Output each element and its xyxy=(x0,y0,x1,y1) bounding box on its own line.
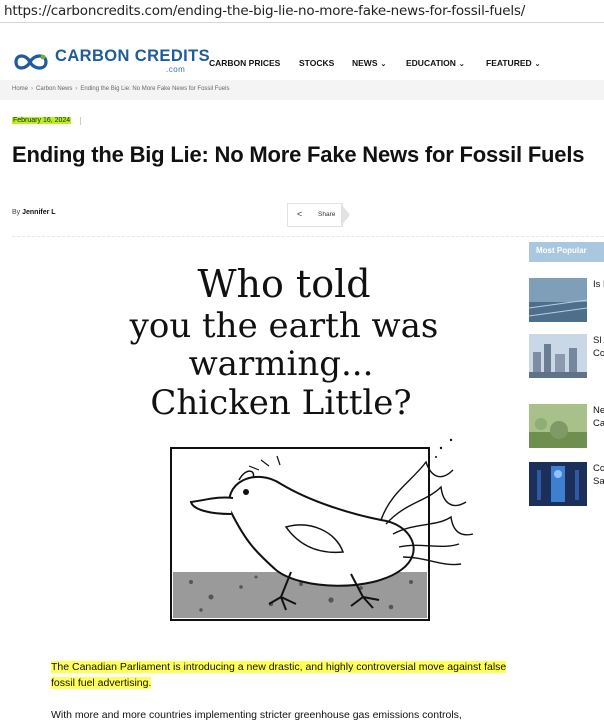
article-title: Ending the Big Lie: No More Fake News fo… xyxy=(12,142,585,167)
popular-item-2-title[interactable]: Sl Al M Cc xyxy=(593,335,604,360)
nav-item-education[interactable]: EDUCATION ⌄ xyxy=(406,58,465,68)
popular-item-2-thumbnail[interactable] xyxy=(529,334,587,378)
chevron-down-icon: ⌄ xyxy=(380,61,387,68)
share-button-arrow xyxy=(341,204,350,226)
meta-divider xyxy=(80,117,81,125)
byline-prefix: By xyxy=(12,209,21,216)
site-logo-suffix: .com xyxy=(166,65,186,74)
popular-item-1-thumbnail[interactable] xyxy=(529,278,587,322)
breadcrumb: Home › Carbon News › Ending the Big Lie: No … xyxy=(12,86,229,92)
sidebar-heading-rule xyxy=(529,261,604,262)
popular-item-3-title[interactable]: Ne De Ca xyxy=(593,405,604,430)
site-logo-text[interactable]: CARBON CREDITS xyxy=(55,47,210,66)
nav-item-carbon-prices[interactable]: CARBON PRICES xyxy=(209,58,280,68)
cartoon-caption-line-4: Chicken Little? xyxy=(150,383,411,423)
chevron-down-icon: ⌄ xyxy=(458,61,465,68)
cartoon-caption-line-3: warming... xyxy=(189,344,374,384)
article-byline: By Jennifer L xyxy=(12,209,56,216)
header-divider xyxy=(12,236,604,237)
author-link[interactable]: Jennifer L xyxy=(22,209,55,216)
chevron-down-icon: ⌄ xyxy=(534,61,541,68)
breadcrumb-current: Ending the Big Lie: No More Fake News fo… xyxy=(80,86,230,92)
share-button[interactable]: < Share xyxy=(287,203,343,227)
popular-item-1-title[interactable]: Is He Le xyxy=(593,279,604,292)
share-icon: < xyxy=(297,209,303,219)
nav-item-news[interactable]: NEWS ⌄ xyxy=(352,58,386,68)
body-paragraph: With more and more countries implementin… xyxy=(51,709,462,721)
nav-item-stocks[interactable]: STOCKS xyxy=(299,58,334,68)
breadcrumb-separator: › xyxy=(75,86,78,92)
lead-paragraph: The Canadian Parliament is introducing a… xyxy=(51,661,507,689)
breadcrumb-home[interactable]: Home xyxy=(12,86,28,92)
popular-item-4-title[interactable]: Cc Nu Sa Da xyxy=(593,463,604,488)
breadcrumb-carbon-news[interactable]: Carbon News xyxy=(36,86,72,92)
browser-url-bar[interactable]: https://carboncredits.com/ending-the-big… xyxy=(0,0,604,23)
share-label: Share xyxy=(318,211,336,218)
carbon-credits-logo-icon[interactable] xyxy=(13,52,49,72)
cartoon-caption-line-1: Who told xyxy=(197,262,370,306)
breadcrumb-separator: › xyxy=(31,86,34,92)
most-popular-heading: Most Popular xyxy=(529,242,604,261)
nav-item-featured[interactable]: FEATURED ⌄ xyxy=(486,58,541,68)
popular-item-3-thumbnail[interactable] xyxy=(529,404,587,448)
chicken-little-cartoon-image: Who told you the earth was warming... Ch… xyxy=(81,252,478,642)
popular-item-4-thumbnail[interactable] xyxy=(529,462,587,506)
url-text[interactable]: https://carboncredits.com/ending-the-big… xyxy=(4,3,525,19)
article-date: February 16, 2024 xyxy=(12,117,72,124)
cartoon-caption-line-2: you the earth was xyxy=(129,306,439,346)
